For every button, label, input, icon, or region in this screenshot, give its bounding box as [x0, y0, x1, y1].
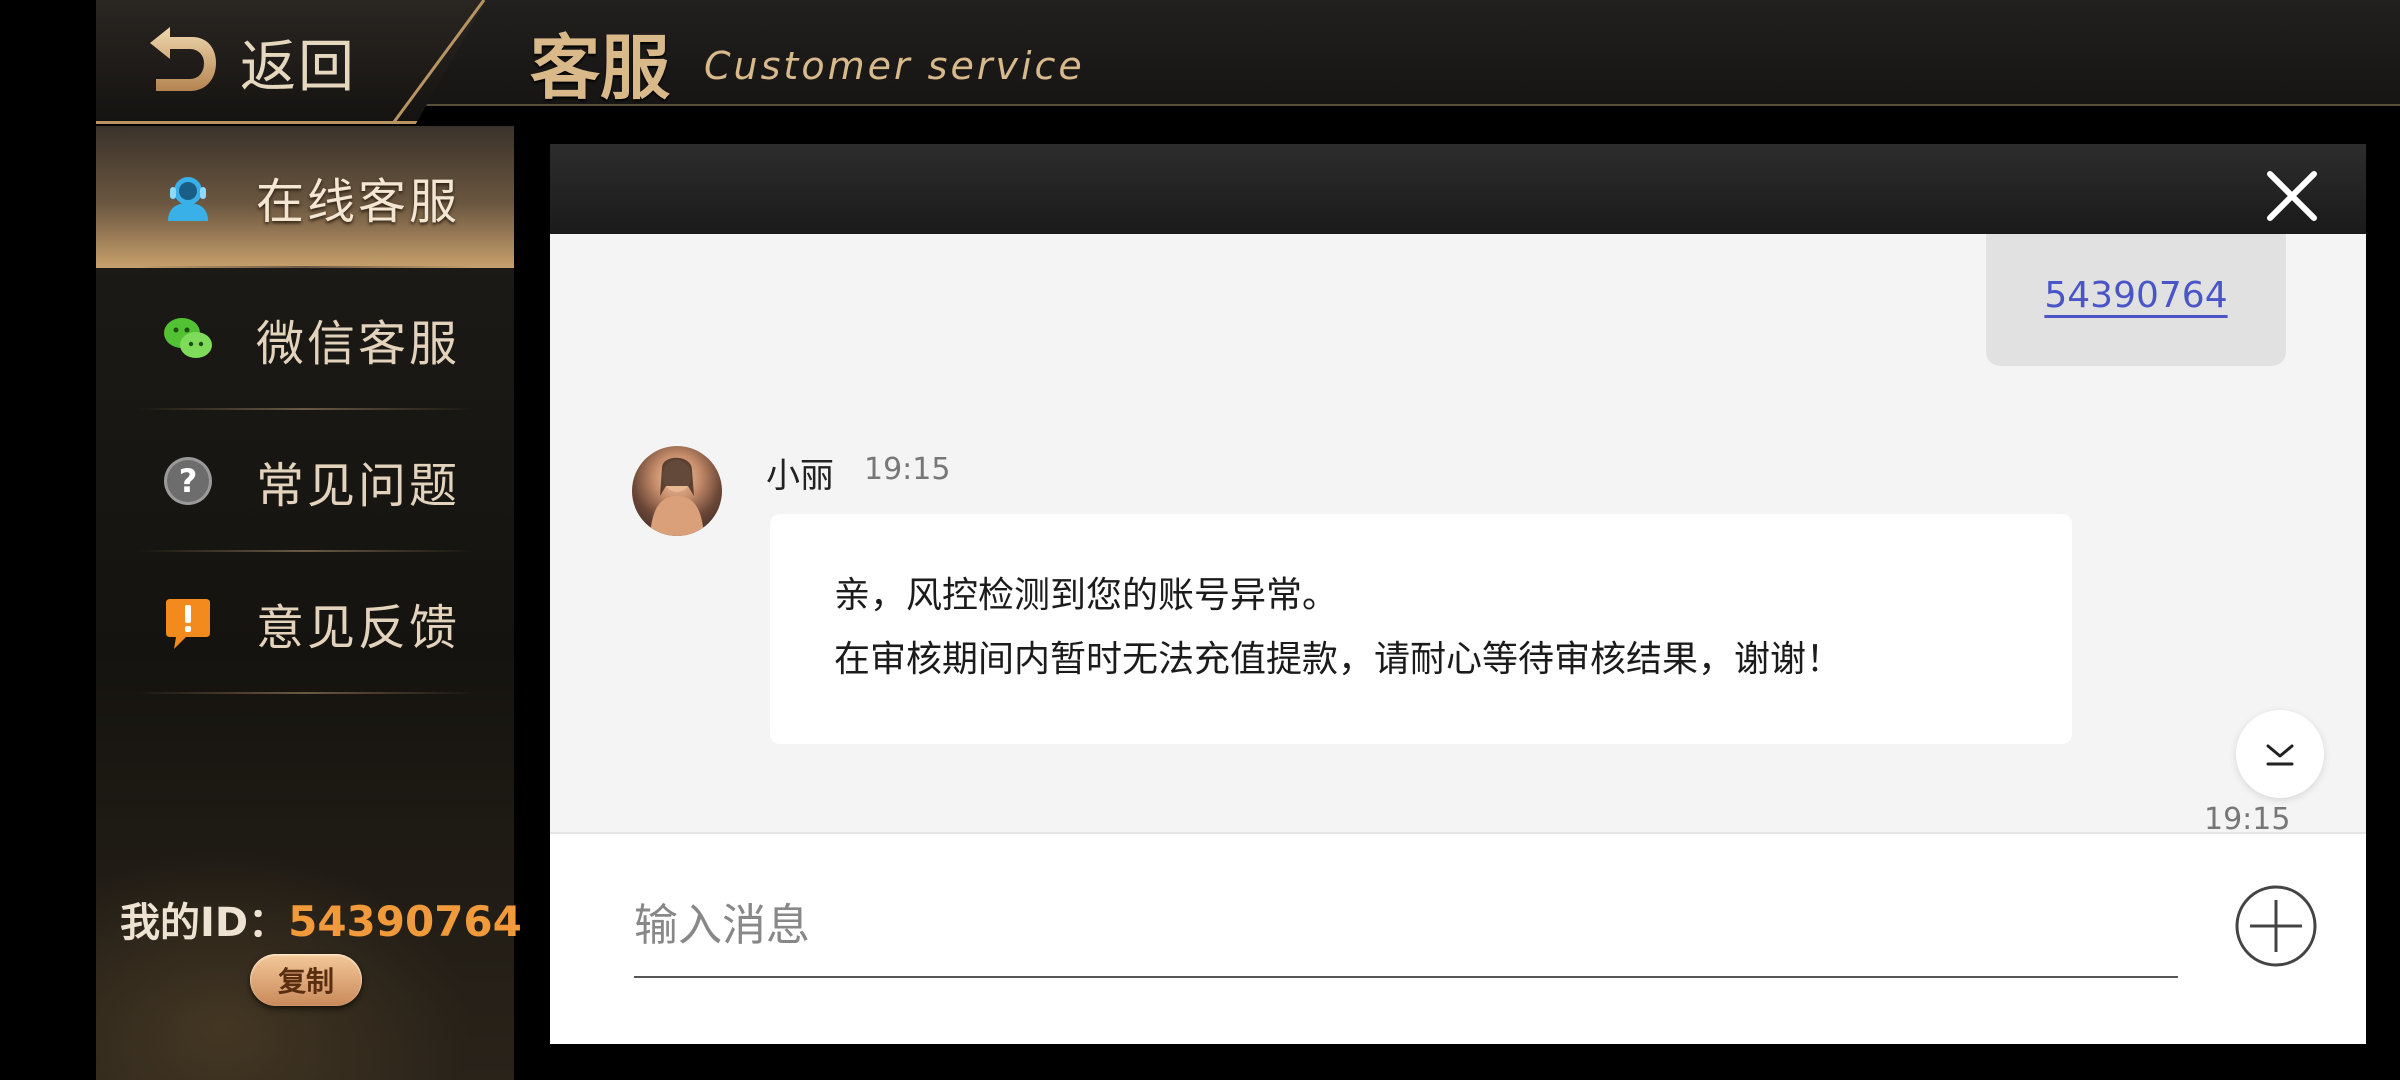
agent-name: 小丽 [766, 456, 834, 496]
sent-message-link[interactable]: 54390764 [2044, 275, 2227, 316]
message-timestamp: 19:15 [2204, 802, 2291, 832]
online-service-icon [160, 169, 216, 225]
agent-avatar [632, 446, 722, 536]
chat-messages[interactable]: 54390764 小丽 19:15 亲，风控检测到您的账号异常。 在审核期间内暂… [550, 234, 2366, 832]
page-title: 客服 [530, 26, 670, 109]
agent-message-line: 在审核期间内暂时无法充值提款，请耐心等待审核结果，谢谢！ [834, 639, 1843, 680]
chat-panel-header [550, 144, 2366, 234]
copy-id-button[interactable]: 复制 [250, 954, 362, 1006]
page-subtitle: Customer service [704, 44, 1085, 88]
back-label: 返回 [240, 34, 356, 100]
message-input[interactable] [634, 874, 2178, 978]
agent-message-bubble: 亲，风控检测到您的账号异常。 在审核期间内暂时无法充值提款，请耐心等待审核结果，… [770, 514, 2072, 744]
add-attachment-icon[interactable] [2234, 884, 2318, 968]
close-icon[interactable] [2262, 166, 2322, 226]
svg-text:?: ? [179, 462, 198, 500]
back-button[interactable]: 返回 [140, 12, 380, 112]
scroll-to-bottom-button[interactable] [2236, 710, 2324, 798]
sidebar-item-online-service[interactable]: 在线客服 [96, 126, 514, 268]
sent-message-bubble: 54390764 [1986, 234, 2286, 366]
sidebar-item-label: 意见反馈 [256, 600, 461, 656]
sidebar-item-label: 常见问题 [256, 458, 461, 514]
my-id: 我的ID：54390764 [120, 890, 522, 948]
agent-message-time: 19:15 [864, 452, 951, 487]
sidebar-item-feedback[interactable]: 意见反馈 [96, 552, 514, 694]
sidebar-item-label: 在线客服 [256, 174, 461, 230]
chevron-down-icon [2266, 744, 2294, 766]
sidebar-item-wechat-service[interactable]: 微信客服 [96, 266, 514, 410]
feedback-icon [160, 595, 216, 651]
sidebar-decoration [96, 820, 514, 1080]
my-id-value: 54390764 [288, 897, 522, 946]
my-id-label: 我的ID： [120, 900, 289, 946]
wechat-icon [160, 311, 216, 367]
back-arrow-icon [150, 27, 216, 91]
sidebar-item-label: 微信客服 [256, 316, 461, 372]
sidebar-item-faq[interactable]: ? 常见问题 [96, 410, 514, 552]
agent-message-line: 亲，风控检测到您的账号异常。 [834, 575, 1339, 616]
message-composer [550, 832, 2366, 1044]
question-icon: ? [160, 453, 216, 509]
